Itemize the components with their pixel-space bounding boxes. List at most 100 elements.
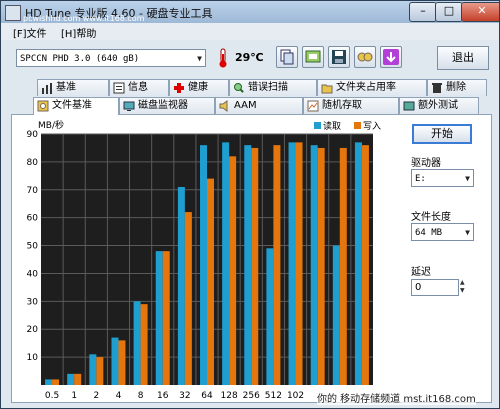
tab-folder-usage[interactable]: 文件夹占用率 [317,79,427,96]
x-tick-label: 0.5 [45,391,59,401]
y-tick-label: 80 [27,158,39,168]
speaker-icon [219,100,228,112]
tab-label: 信息 [128,82,148,93]
drive-select[interactable]: SPCCN PHD 3.0 (640 gB) ▼ [16,49,206,67]
tab-health[interactable]: 健康 [169,79,229,96]
tab-label: 文件夹占用率 [336,82,396,93]
bar-read [288,142,296,385]
tab-label: 基准 [56,82,76,93]
tab-label: 额外测试 [418,100,458,111]
tab-label: 磁盘监视器 [138,100,188,111]
y-tick-label: 90 [27,130,39,140]
bar-write [184,212,192,385]
legend-read-swatch [314,122,321,129]
tab-file-benchmark[interactable]: 文件基准 [33,97,119,115]
thermometer-icon [219,48,227,68]
options-button[interactable] [354,46,376,68]
floppy-disk-icon [332,50,346,64]
download-arrow-icon [383,49,399,65]
temperature-readout: 29℃ [235,51,264,64]
bar-read [155,251,163,385]
chevron-down-icon: ▼ [465,174,470,183]
bar-write [339,147,347,385]
file-benchmark-icon [37,100,49,112]
bar-write [118,340,126,385]
bar-write [317,147,325,385]
file-length-select[interactable]: 64 MB ▼ [411,223,474,241]
close-button[interactable]: ✕ [461,2,499,22]
bar-read [177,186,185,385]
x-tick-label: 1 [71,391,77,401]
start-button[interactable]: 开始 [412,124,472,144]
tab-erase[interactable]: 删除 [427,79,487,96]
bar-read [89,354,97,385]
copy-text-button[interactable] [276,46,298,68]
random-access-icon [307,100,319,112]
magnifier-icon [234,83,244,93]
tab-info[interactable]: 信息 [109,79,169,96]
tab-benchmark[interactable]: 基准 [37,79,109,96]
tab-disk-monitor[interactable]: 磁盘监视器 [119,97,215,114]
info-icon [113,82,125,94]
y-axis-label: MB/秒 [38,119,64,131]
copy-screenshot-button[interactable] [302,46,324,68]
menu-file[interactable]: [F]文件 [13,25,47,40]
bar-read [67,373,75,385]
bar-write [52,379,60,385]
y-tick-label: 50 [27,242,39,252]
download-button[interactable] [380,46,402,68]
bar-read [310,145,318,385]
chevron-down-icon: ▼ [465,228,470,237]
bar-read [200,145,207,385]
bar-write [273,145,281,385]
x-tick-label: 16 [157,391,169,401]
app-window: HD Tune 专业版 4.60 - 硬盘专业工具 pcwishhd.com w… [0,0,500,409]
drive-label: 驱动器 [411,158,441,169]
save-button[interactable] [328,46,350,68]
tab-label: 删除 [446,82,466,93]
bar-write [295,142,303,385]
drive-letter-select[interactable]: E: ▼ [411,169,474,187]
y-tick-label: 40 [27,269,39,279]
y-tick-label: 10 [27,353,39,363]
x-tick-label: 64 [201,391,213,401]
copy-icon [280,49,294,65]
delay-stepper[interactable]: ▲ ▼ [460,279,470,296]
bar-read [354,142,362,385]
x-tick-label: 256 [243,391,260,401]
y-tick-label: 30 [27,297,39,307]
x-tick-label: 512 [265,391,282,401]
tab-label: 文件基准 [52,100,92,111]
x-tick-label: 8 [138,391,144,401]
title-bar[interactable]: HD Tune 专业版 4.60 - 硬盘专业工具 pcwishhd.com w… [1,1,499,23]
drive-select-value: SPCCN PHD 3.0 (640 gB) [20,54,140,64]
monitor-icon [123,101,135,111]
bar-write [251,147,259,385]
tab-label: AAM [234,100,257,111]
exit-button[interactable]: 退出 [437,46,489,70]
bar-write [229,156,237,385]
delay-input[interactable]: 0 [411,279,459,296]
tab-aam[interactable]: AAM [215,97,303,114]
tab-random-access[interactable]: 随机存取 [303,97,399,114]
tab-error-scan[interactable]: 错误扫描 [229,79,317,96]
menu-help[interactable]: [H]帮助 [61,25,96,40]
title-overlay-text: pcwishhd.com www.it168.com [23,14,145,23]
options-gear-icon [357,52,373,62]
file-length-value: 64 MB [415,228,443,238]
health-cross-icon [174,83,184,93]
x-tick-label: 32 [179,391,190,401]
folder-icon [321,84,333,94]
tab-extra-tests[interactable]: 额外测试 [399,97,479,114]
delay-label: 延迟 [411,267,431,278]
bar-write [140,304,148,385]
legend-write-label: 写入 [363,121,381,132]
screenshot-icon [305,50,321,63]
bar-read [266,248,274,385]
bar-chart-icon [42,83,52,94]
maximize-button[interactable]: □ [435,2,463,22]
bar-read [222,142,230,385]
y-tick-label: 20 [27,325,39,335]
bar-write [96,357,104,385]
minimize-button[interactable]: – [409,2,437,22]
